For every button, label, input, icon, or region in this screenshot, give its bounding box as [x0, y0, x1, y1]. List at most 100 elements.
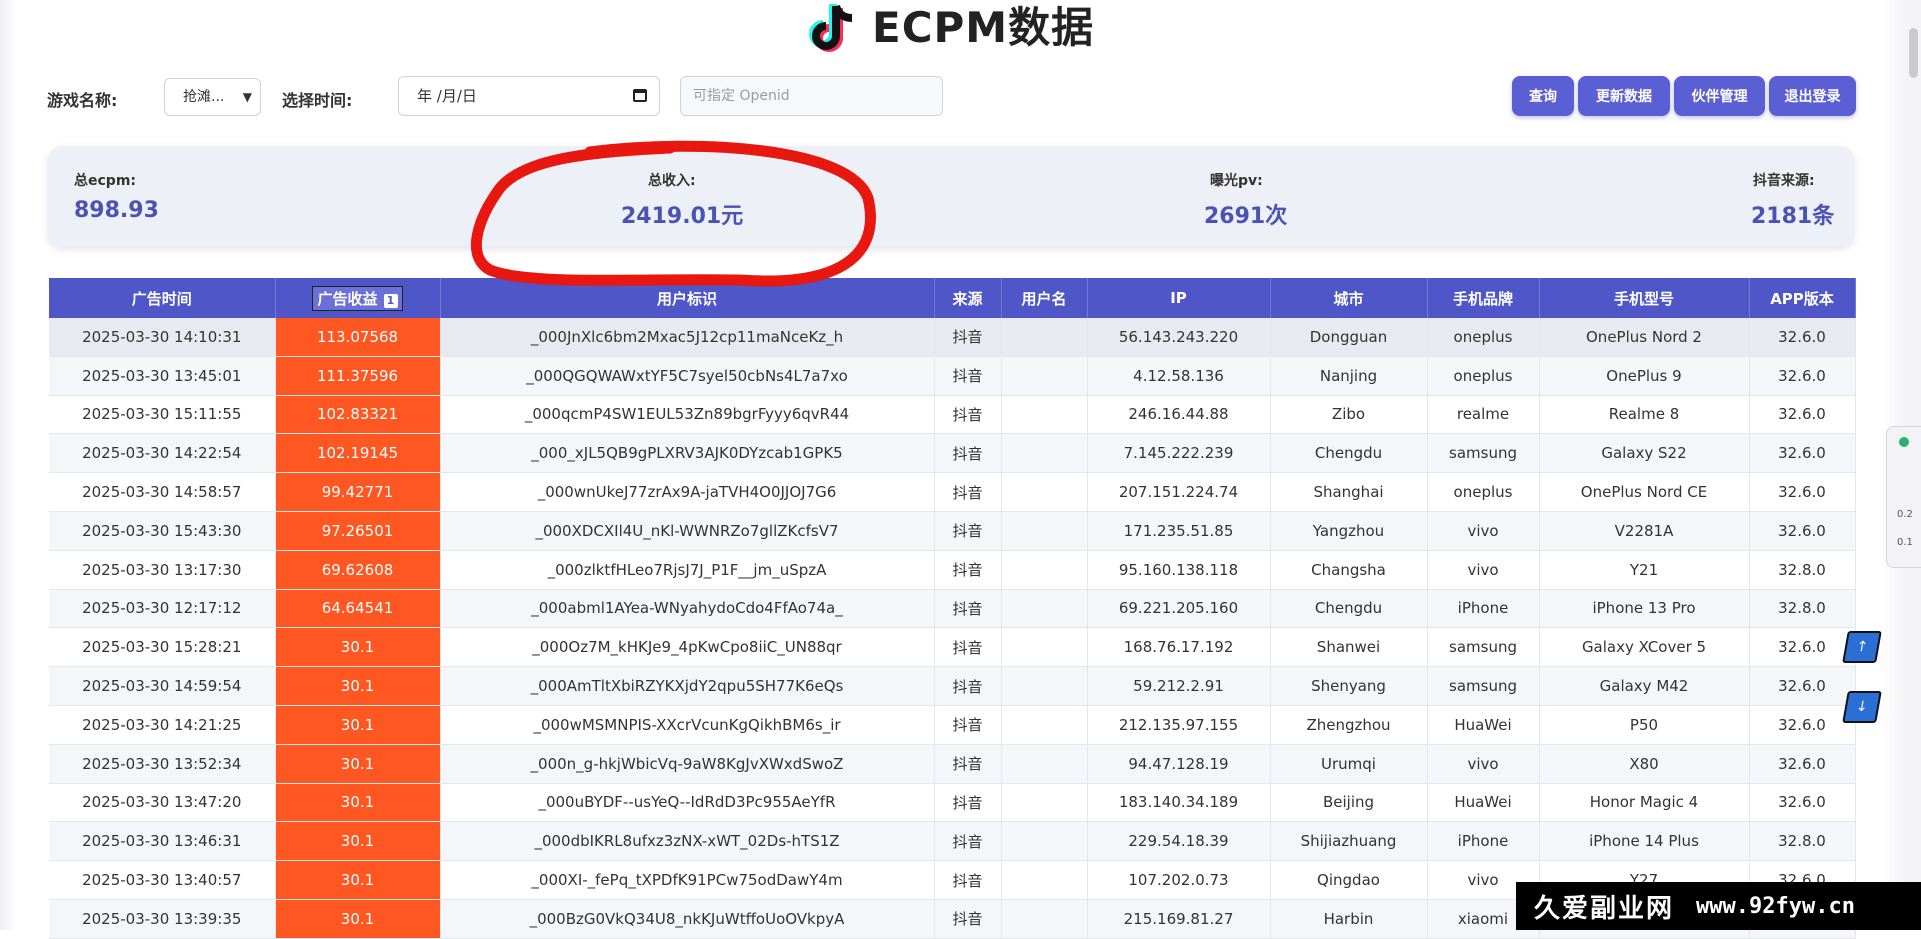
table-cell-app-version: 32.8.0 — [1749, 550, 1856, 590]
sort-order-badge: 1 — [383, 293, 398, 308]
table-cell-city: Harbin — [1270, 899, 1428, 939]
table-cell-app-version: 32.8.0 — [1749, 589, 1856, 629]
table-header-col-phone-brand: 手机品牌 — [1427, 278, 1540, 318]
table-cell-phone-model: P50 — [1539, 705, 1750, 745]
table-row[interactable]: 2025-03-30 15:43:30 97.26501 _000XDCXIl4U_… — [49, 511, 1856, 551]
table-row[interactable]: 2025-03-30 14:21:25 30.1 _000wMSMNPIS-XXcr… — [49, 705, 1856, 745]
table-cell-city: Yangzhou — [1270, 511, 1428, 551]
openid-input[interactable] — [680, 76, 943, 116]
table-cell-app-version: 32.6.0 — [1749, 666, 1856, 706]
table-cell-ad-revenue: 99.42771 — [275, 472, 441, 512]
table-cell-phone-brand: samsung — [1427, 627, 1540, 668]
table-cell-username — [1001, 511, 1088, 551]
table-row[interactable]: 2025-03-30 14:10:31 113.07568 _000JnXlc6bm… — [49, 318, 1856, 357]
douyin-source-value: 2181条 — [1751, 204, 1835, 229]
table-cell-phone-model: V2281A — [1539, 511, 1750, 551]
table-cell-phone-model: OnePlus Nord 2 — [1539, 318, 1750, 357]
table-header-col-ad-revenue[interactable]: 广告收益 1 — [275, 278, 441, 318]
table-cell-source: 抖音 — [934, 860, 1002, 900]
table-cell-phone-model: Realme 8 — [1539, 395, 1750, 435]
table-cell-source: 抖音 — [934, 705, 1002, 745]
table-cell-city: Shanwei — [1270, 627, 1428, 668]
table-cell-ad-time: 2025-03-30 13:17:30 — [49, 550, 276, 590]
table-row[interactable]: 2025-03-30 13:46:31 30.1 _000dbIKRL8ufxz3z… — [49, 821, 1856, 862]
table-cell-phone-model: Y21 — [1539, 550, 1750, 590]
table-cell-source: 抖音 — [934, 783, 1002, 823]
table-cell-app-version: 32.8.0 — [1749, 821, 1856, 862]
table-cell-phone-brand: iPhone — [1427, 821, 1540, 862]
table-header-col-ad-time: 广告时间 — [49, 278, 276, 318]
table-cell-user-id: _000zlktfHLeo7RjsJ7J_P1F__jm_uSpzA — [440, 550, 935, 590]
table-cell-ad-time: 2025-03-30 13:52:34 — [49, 744, 276, 784]
table-cell-ip: 168.76.17.192 — [1087, 627, 1271, 668]
status-dot-icon — [1899, 437, 1909, 447]
table-cell-username — [1001, 705, 1088, 745]
table-cell-city: Zibo — [1270, 395, 1428, 435]
table-cell-username — [1001, 899, 1088, 939]
table-cell-ad-revenue: 30.1 — [275, 627, 441, 668]
side-network-widget[interactable]: 0.2 0.1 — [1886, 426, 1921, 568]
table-cell-ip: 215.169.81.27 — [1087, 899, 1271, 939]
calendar-icon[interactable] — [633, 89, 647, 102]
scrollbar-thumb[interactable] — [1909, 28, 1918, 78]
table-cell-username — [1001, 318, 1088, 357]
table-cell-city: Shanghai — [1270, 472, 1428, 512]
table-cell-city: Changsha — [1270, 550, 1428, 590]
table-row[interactable]: 2025-03-30 13:45:01 111.37596 _000QGQWAWxt… — [49, 356, 1856, 396]
table-cell-ip: 4.12.58.136 — [1087, 356, 1271, 396]
table-row[interactable]: 2025-03-30 12:17:12 64.64541 _000abml1AYea… — [49, 589, 1856, 629]
table-cell-ip: 229.54.18.39 — [1087, 821, 1271, 862]
douyin-source-label: 抖音来源: — [1753, 173, 1815, 189]
table-cell-ip: 59.212.2.91 — [1087, 666, 1271, 706]
table-row[interactable]: 2025-03-30 13:17:30 69.62608 _000zlktfHLeo… — [49, 550, 1856, 590]
table-row[interactable]: 2025-03-30 14:58:57 99.42771 _000wnUkeJ77z… — [49, 472, 1856, 512]
table-cell-phone-brand: oneplus — [1427, 318, 1540, 357]
table-row[interactable]: 2025-03-30 13:47:20 30.1 _000uBYDF--usYeQ-… — [49, 783, 1856, 823]
table-cell-user-id: _000AmTltXbiRZYKXjdY2qpu5SH77K6eQs — [440, 666, 935, 706]
stats-card: 总ecpm: 898.93 总收入: 2419.01元 曝光pv: 2691次 … — [48, 146, 1854, 246]
table-cell-user-id: _000uBYDF--usYeQ--IdRdD3Pc955AeYfR — [440, 783, 935, 823]
table-row[interactable]: 2025-03-30 14:22:54 102.19145 _000_xJL5QB9… — [49, 433, 1856, 474]
table-cell-user-id: _000wMSMNPIS-XXcrVcunKgQikhBM6s_ir — [440, 705, 935, 745]
scroll-down-icon[interactable]: ↓ — [1842, 691, 1882, 723]
table-cell-city: Chengdu — [1270, 589, 1428, 629]
table-cell-source: 抖音 — [934, 356, 1002, 396]
partner-management-button[interactable]: 伙伴管理 — [1674, 76, 1765, 116]
table-cell-source: 抖音 — [934, 550, 1002, 590]
table-cell-source: 抖音 — [934, 433, 1002, 474]
chevron-down-icon: ▼ — [242, 90, 252, 104]
table-cell-app-version: 32.6.0 — [1749, 472, 1856, 512]
table-row[interactable]: 2025-03-30 15:28:21 30.1 _000Oz7M_kHKJe9_4… — [49, 627, 1856, 668]
table-cell-user-id: _000XDCXIl4U_nKl-WWNRZo7gllZKcfsV7 — [440, 511, 935, 551]
table-cell-username — [1001, 589, 1088, 629]
table-cell-phone-brand: vivo — [1427, 744, 1540, 784]
table-cell-app-version: 32.6.0 — [1749, 705, 1856, 745]
refresh-data-button[interactable]: 更新数据 — [1578, 76, 1670, 116]
date-input[interactable]: 年 /月/日 — [398, 76, 660, 116]
logout-button[interactable]: 退出登录 — [1769, 76, 1856, 116]
table-cell-ad-revenue: 97.26501 — [275, 511, 441, 551]
table-cell-ip: 246.16.44.88 — [1087, 395, 1271, 435]
table-cell-source: 抖音 — [934, 627, 1002, 668]
table-cell-phone-brand: oneplus — [1427, 356, 1540, 396]
revenue-sort-tag[interactable]: 广告收益 1 — [312, 285, 403, 311]
table-cell-username — [1001, 472, 1088, 512]
table-cell-phone-brand: realme — [1427, 395, 1540, 435]
table-cell-user-id: _000n_g-hkjWbicVq-9aW8KgJvXWxdSwoZ — [440, 744, 935, 784]
table-row[interactable]: 2025-03-30 13:52:34 30.1 _000n_g-hkjWbicVq… — [49, 744, 1856, 784]
game-select[interactable]: 抢滩... ▼ — [164, 78, 261, 116]
table-cell-phone-brand: HuaWei — [1427, 705, 1540, 745]
scroll-up-icon[interactable]: ↑ — [1842, 631, 1882, 663]
table-cell-user-id: _000BzG0VkQ34U8_nkKJuWtffoUoOVkpyA — [440, 899, 935, 939]
table-cell-ad-revenue: 113.07568 — [275, 318, 441, 357]
table-cell-city: Urumqi — [1270, 744, 1428, 784]
query-button[interactable]: 查询 — [1512, 76, 1574, 116]
table-row[interactable]: 2025-03-30 14:59:54 30.1 _000AmTltXbiRZYKX… — [49, 666, 1856, 706]
table-cell-phone-brand: iPhone — [1427, 589, 1540, 629]
table-header-col-source: 来源 — [934, 278, 1002, 318]
table-cell-username — [1001, 666, 1088, 706]
table-row[interactable]: 2025-03-30 15:11:55 102.83321 _000qcmP4SW1… — [49, 395, 1856, 435]
table-cell-ad-time: 2025-03-30 14:21:25 — [49, 705, 276, 745]
table-cell-phone-brand: oneplus — [1427, 472, 1540, 512]
table-cell-source: 抖音 — [934, 589, 1002, 629]
